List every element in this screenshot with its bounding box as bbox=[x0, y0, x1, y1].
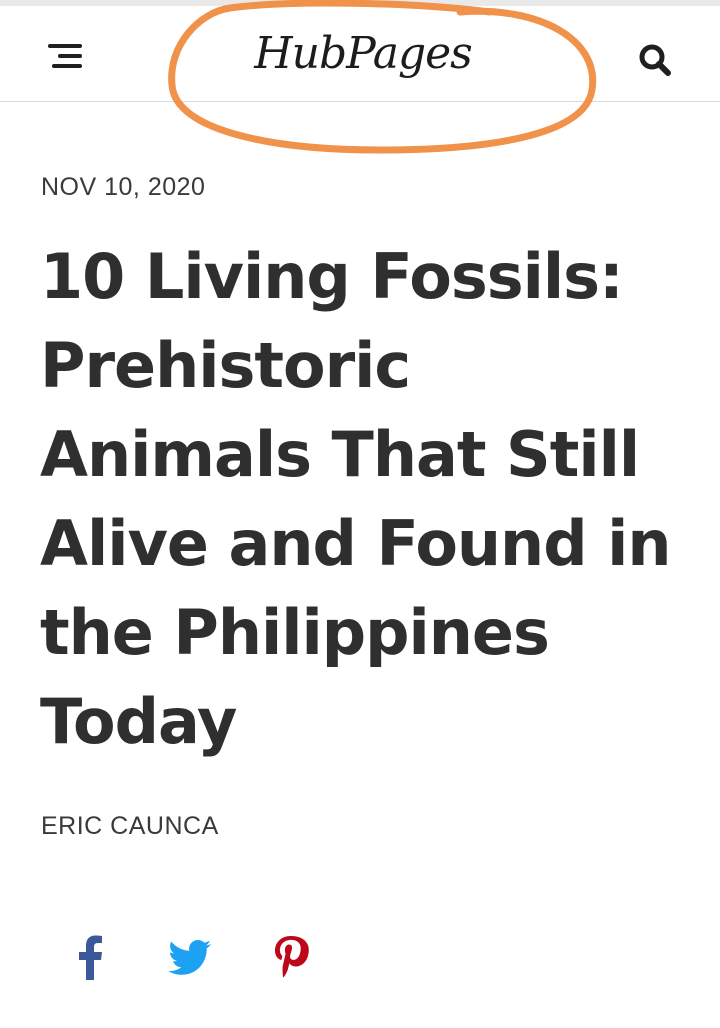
twitter-icon bbox=[168, 940, 211, 975]
share-twitter-button[interactable] bbox=[165, 930, 215, 984]
share-facebook-button[interactable] bbox=[70, 930, 110, 984]
menu-button[interactable] bbox=[40, 36, 92, 80]
article-author[interactable]: ERIC CAUNCA bbox=[41, 812, 219, 841]
search-button[interactable] bbox=[630, 38, 680, 82]
pinterest-icon bbox=[275, 936, 309, 978]
hamburger-menu-icon bbox=[48, 44, 82, 68]
search-icon bbox=[639, 44, 671, 76]
article-date: NOV 10, 2020 bbox=[41, 173, 206, 201]
hubpages-logo[interactable]: HubPages bbox=[238, 24, 488, 84]
article-title: 10 Living Fossils: Prehistoric Animals T… bbox=[40, 240, 672, 758]
site-header: HubPages bbox=[0, 6, 720, 102]
facebook-icon bbox=[79, 935, 102, 980]
share-pinterest-button[interactable] bbox=[268, 930, 314, 984]
